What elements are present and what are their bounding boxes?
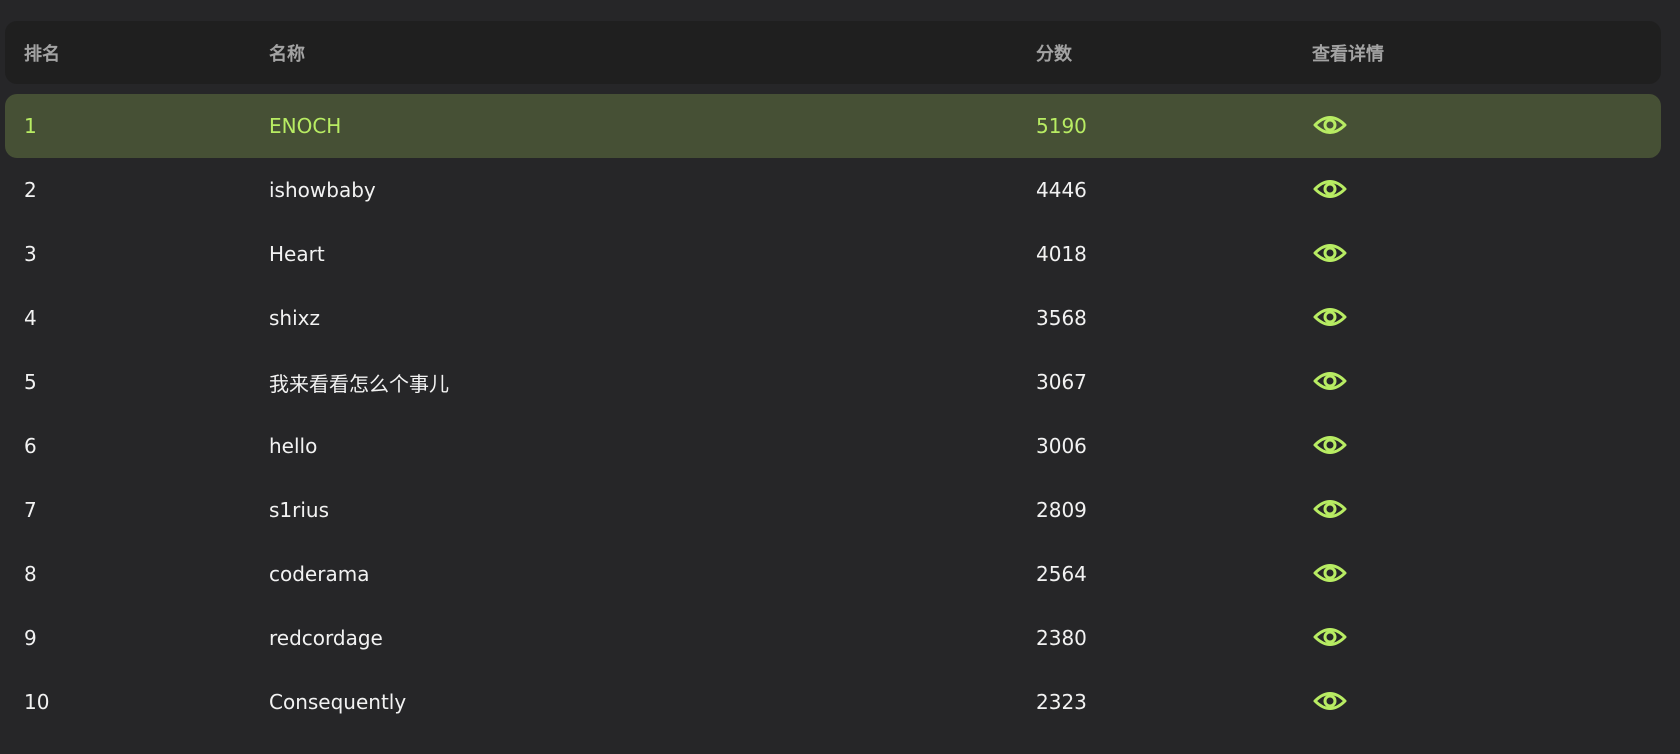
rank-cell: 3 — [24, 242, 37, 266]
leaderboard: 排名 名称 分数 查看详情 1 ENOCH 5190 2 ishowbaby 4… — [0, 0, 1680, 754]
table-row: 4 shixz 3568 — [5, 286, 1661, 350]
score-cell: 2380 — [1036, 626, 1087, 650]
score-cell: 2564 — [1036, 562, 1087, 586]
name-cell: hello — [269, 434, 318, 458]
name-cell: coderama — [269, 562, 370, 586]
eye-icon[interactable] — [1312, 555, 1348, 591]
rank-cell: 1 — [24, 114, 37, 138]
table-row: 5 我来看看怎么个事儿 3067 — [5, 350, 1661, 414]
name-cell: Heart — [269, 242, 325, 266]
score-cell: 3006 — [1036, 434, 1087, 458]
view-details-button[interactable] — [1312, 606, 1348, 670]
score-cell: 4018 — [1036, 242, 1087, 266]
eye-icon[interactable] — [1312, 427, 1348, 463]
name-cell: redcordage — [269, 626, 383, 650]
table-row: 7 s1rius 2809 — [5, 478, 1661, 542]
eye-icon[interactable] — [1312, 491, 1348, 527]
table-row: 2 ishowbaby 4446 — [5, 158, 1661, 222]
name-cell: Consequently — [269, 690, 407, 714]
name-cell: shixz — [269, 306, 320, 330]
table-row: 6 hello 3006 — [5, 414, 1661, 478]
eye-icon[interactable] — [1312, 299, 1348, 335]
view-details-button[interactable] — [1312, 478, 1348, 542]
eye-icon[interactable] — [1312, 683, 1348, 719]
view-details-button[interactable] — [1312, 670, 1348, 734]
table-row: 9 redcordage 2380 — [5, 606, 1661, 670]
score-cell: 2323 — [1036, 690, 1087, 714]
view-details-button[interactable] — [1312, 286, 1348, 350]
score-cell: 3067 — [1036, 370, 1087, 394]
view-details-button[interactable] — [1312, 542, 1348, 606]
table-row: 8 coderama 2564 — [5, 542, 1661, 606]
rank-cell: 5 — [24, 370, 37, 394]
rank-cell: 6 — [24, 434, 37, 458]
eye-icon[interactable] — [1312, 363, 1348, 399]
name-cell: 我来看看怎么个事儿 — [269, 371, 449, 396]
eye-icon[interactable] — [1312, 619, 1348, 655]
table-row: 10 Consequently 2323 — [5, 670, 1661, 734]
score-cell: 2809 — [1036, 498, 1087, 522]
view-details-button[interactable] — [1312, 414, 1348, 478]
eye-icon[interactable] — [1312, 107, 1348, 143]
view-details-button[interactable] — [1312, 94, 1348, 158]
score-cell: 5190 — [1036, 114, 1087, 138]
score-cell: 3568 — [1036, 306, 1087, 330]
name-cell: ENOCH — [269, 114, 342, 138]
header-score: 分数 — [1036, 43, 1072, 65]
rank-cell: 7 — [24, 498, 37, 522]
eye-icon[interactable] — [1312, 235, 1348, 271]
name-cell: s1rius — [269, 498, 330, 522]
header-rank: 排名 — [24, 43, 60, 65]
rank-cell: 2 — [24, 178, 37, 202]
table-row: 1 ENOCH 5190 — [5, 94, 1661, 158]
rank-cell: 4 — [24, 306, 37, 330]
rank-cell: 9 — [24, 626, 37, 650]
header-view-details: 查看详情 — [1312, 43, 1384, 65]
name-cell: ishowbaby — [269, 178, 376, 202]
rank-cell: 8 — [24, 562, 37, 586]
table-header: 排名 名称 分数 查看详情 — [5, 21, 1661, 84]
header-name: 名称 — [269, 43, 305, 65]
view-details-button[interactable] — [1312, 222, 1348, 286]
table-row: 3 Heart 4018 — [5, 222, 1661, 286]
eye-icon[interactable] — [1312, 171, 1348, 207]
rank-cell: 10 — [24, 690, 50, 714]
view-details-button[interactable] — [1312, 350, 1348, 414]
score-cell: 4446 — [1036, 178, 1087, 202]
view-details-button[interactable] — [1312, 158, 1348, 222]
